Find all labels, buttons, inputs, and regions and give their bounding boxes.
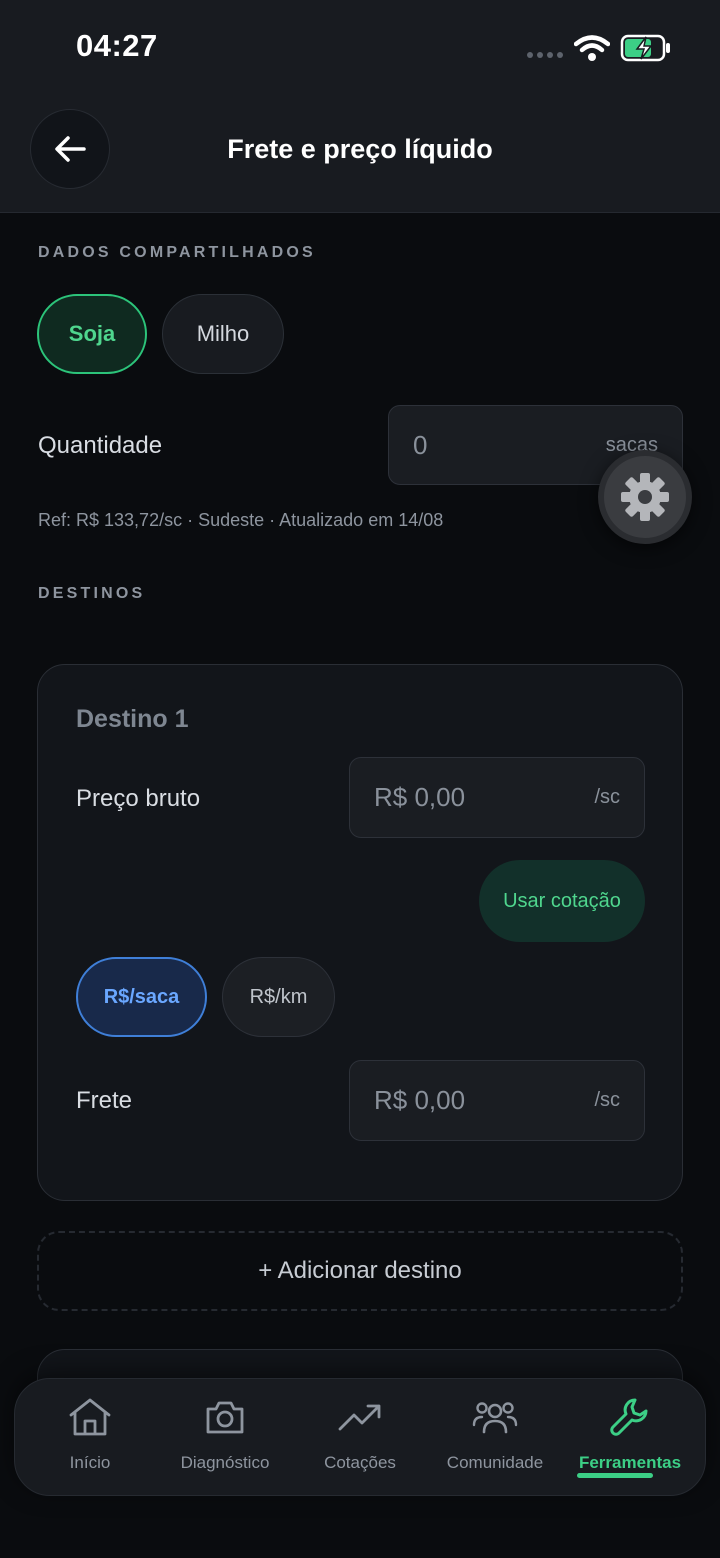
- wifi-icon: [574, 35, 610, 61]
- quantity-label: Quantidade: [38, 432, 163, 459]
- add-destination-button[interactable]: + Adicionar destino: [37, 1231, 683, 1311]
- active-tab-indicator: [577, 1473, 653, 1478]
- freight-unit: /sc: [594, 1089, 620, 1111]
- nav-item-inicio[interactable]: Início: [23, 1397, 157, 1487]
- camera-icon: [206, 1401, 244, 1434]
- battery-charging-icon: [620, 34, 670, 62]
- freight-input[interactable]: R$ 0,00 /sc: [349, 1060, 645, 1141]
- nav-label-cotacoes: Cotações: [324, 1453, 396, 1472]
- wrench-icon: [610, 1398, 648, 1436]
- trending-up-icon: [338, 1404, 381, 1431]
- section-label-destinations: DESTINOS: [38, 585, 146, 602]
- destination-card: Destino 1 Preço bruto R$ 0,00 /sc Usar c…: [37, 664, 683, 1201]
- nav-item-cotacoes[interactable]: Cotações: [293, 1397, 427, 1487]
- destination-title: Destino 1: [76, 705, 189, 733]
- status-bar: 04:27: [0, 0, 720, 96]
- app-header: Frete e preço líquido: [0, 96, 720, 213]
- gross-price-input[interactable]: R$ 0,00 /sc: [349, 757, 645, 838]
- status-time: 04:27: [76, 28, 158, 63]
- crop-chip-milho[interactable]: Milho: [162, 294, 284, 374]
- reference-info: Ref: R$ 133,72/sc · Sudeste · Atualizado…: [38, 510, 444, 530]
- freight-unit-km[interactable]: R$/km: [222, 957, 335, 1037]
- nav-item-diagnostico[interactable]: Diagnóstico: [158, 1397, 292, 1487]
- quantity-value: 0: [413, 429, 428, 460]
- gross-price-unit: /sc: [594, 786, 620, 808]
- crop-chip-soja[interactable]: Soja: [37, 294, 147, 374]
- nav-label-ferramentas: Ferramentas: [578, 1453, 682, 1472]
- use-quote-button[interactable]: Usar cotação: [479, 860, 645, 942]
- gross-price-value: R$ 0,00: [374, 782, 466, 812]
- nav-label-comunidade: Comunidade: [446, 1453, 544, 1472]
- settings-button[interactable]: [598, 450, 692, 544]
- signal-icon: [527, 52, 563, 58]
- gear-icon: [621, 473, 669, 521]
- freight-unit-saca[interactable]: R$/saca: [76, 957, 207, 1037]
- nav-label-diagnostico: Diagnóstico: [180, 1453, 270, 1472]
- page-title: Frete e preço líquido: [227, 134, 493, 164]
- nav-label-inicio: Início: [69, 1453, 111, 1472]
- freight-value: R$ 0,00: [374, 1085, 466, 1115]
- home-icon: [69, 1398, 111, 1436]
- freight-label: Frete: [76, 1087, 133, 1114]
- bottom-nav: Início Diagnóstico Cotações Comunidade F…: [14, 1378, 706, 1496]
- gross-price-label: Preço bruto: [76, 785, 201, 812]
- nav-item-comunidade[interactable]: Comunidade: [428, 1397, 562, 1487]
- users-icon: [472, 1402, 518, 1434]
- section-label-shared: DADOS COMPARTILHADOS: [38, 244, 316, 261]
